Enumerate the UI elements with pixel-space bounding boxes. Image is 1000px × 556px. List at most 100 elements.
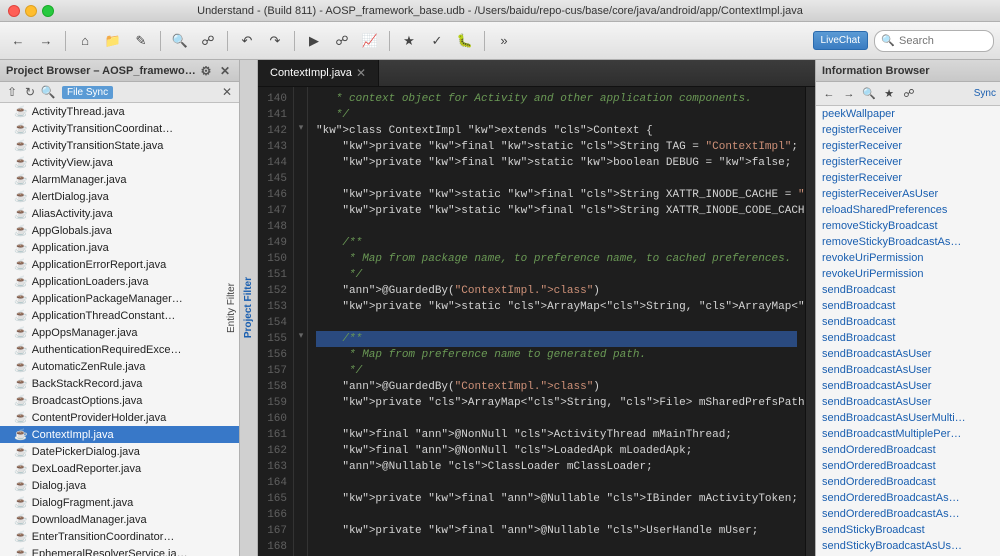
- info-filter-btn[interactable]: ☍: [900, 85, 918, 103]
- toolbar-bookmark-button[interactable]: ★: [397, 29, 421, 53]
- file-name: EnterTransitionCoordinator…: [32, 531, 175, 543]
- toolbar-forward-button[interactable]: →: [34, 29, 58, 53]
- file-item[interactable]: ☕ApplicationErrorReport.java: [0, 256, 239, 273]
- info-list-item[interactable]: sendBroadcastAsUser: [816, 394, 1000, 410]
- gutter-fold: ▾▾: [294, 87, 308, 556]
- info-bookmark-btn[interactable]: ★: [880, 85, 898, 103]
- search-input[interactable]: [874, 30, 994, 52]
- info-list-item[interactable]: sendStickyBroadcast: [816, 522, 1000, 538]
- info-list-item[interactable]: removeStickyBroadcast: [816, 218, 1000, 234]
- file-item[interactable]: ☕DexLoadReporter.java: [0, 460, 239, 477]
- file-item[interactable]: ☕AutomaticZenRule.java: [0, 358, 239, 375]
- info-list-item[interactable]: sendBroadcast: [816, 330, 1000, 346]
- panel-settings-icon[interactable]: ⚙: [198, 63, 214, 79]
- toolbar-more-button[interactable]: »: [492, 29, 516, 53]
- toolbar-undo-button[interactable]: ↶: [235, 29, 259, 53]
- file-item[interactable]: ☕Application.java: [0, 239, 239, 256]
- info-list-item[interactable]: registerReceiverAsUser: [816, 186, 1000, 202]
- panel-close-icon[interactable]: ✕: [217, 63, 233, 79]
- info-list-item[interactable]: reloadSharedPreferences: [816, 202, 1000, 218]
- toolbar-graph-button[interactable]: ☍: [330, 29, 354, 53]
- close-tab-icon[interactable]: ✕: [356, 66, 366, 80]
- pb-close-icon[interactable]: ✕: [219, 84, 235, 100]
- file-item[interactable]: ☕AuthenticationRequiredExce…: [0, 341, 239, 358]
- file-item[interactable]: ☕BackStackRecord.java: [0, 375, 239, 392]
- file-item[interactable]: ☕ApplicationThreadConstant…: [0, 307, 239, 324]
- toolbar-search-button[interactable]: 🔍: [168, 29, 192, 53]
- info-list-item[interactable]: sendOrderedBroadcastAs…: [816, 490, 1000, 506]
- file-item[interactable]: ☕ActivityTransitionState.java: [0, 137, 239, 154]
- info-list-item[interactable]: registerReceiver: [816, 154, 1000, 170]
- info-list-item[interactable]: sendBroadcast: [816, 314, 1000, 330]
- toolbar-play-button[interactable]: ▶: [302, 29, 326, 53]
- file-item[interactable]: ☕AliasActivity.java: [0, 205, 239, 222]
- file-item[interactable]: ☕ContextImpl.java: [0, 426, 239, 443]
- pb-search-icon[interactable]: 🔍: [40, 84, 56, 100]
- info-search-btn[interactable]: 🔍: [860, 85, 878, 103]
- info-list-item[interactable]: revokeUriPermission: [816, 266, 1000, 282]
- project-filter-tab[interactable]: Project Filter: [240, 269, 257, 346]
- info-list-item[interactable]: sendOrderedBroadcast: [816, 458, 1000, 474]
- info-list-item[interactable]: sendBroadcast: [816, 282, 1000, 298]
- info-back-btn[interactable]: ←: [820, 85, 838, 103]
- toolbar-home-button[interactable]: ⌂: [73, 29, 97, 53]
- file-item[interactable]: ☕ApplicationLoaders.java: [0, 273, 239, 290]
- file-item[interactable]: ☕Dialog.java: [0, 477, 239, 494]
- file-item[interactable]: ☕AlarmManager.java: [0, 171, 239, 188]
- file-item[interactable]: ☕ContentProviderHolder.java: [0, 409, 239, 426]
- livechat-button[interactable]: LiveChat: [813, 31, 868, 50]
- fold-indicator[interactable]: ▾: [294, 327, 308, 343]
- file-item[interactable]: ☕AppGlobals.java: [0, 222, 239, 239]
- info-list-item[interactable]: peekWallpaper: [816, 106, 1000, 122]
- file-sync-button[interactable]: File Sync: [62, 86, 113, 99]
- toolbar-check-button[interactable]: ✓: [425, 29, 449, 53]
- info-list-item[interactable]: sendBroadcastAsUser: [816, 378, 1000, 394]
- info-list-item[interactable]: sendBroadcastMultiplePer…: [816, 426, 1000, 442]
- info-list-item[interactable]: sendOrderedBroadcastAs…: [816, 506, 1000, 522]
- file-item[interactable]: ☕DatePickerDialog.java: [0, 443, 239, 460]
- info-forward-btn[interactable]: →: [840, 85, 858, 103]
- file-item[interactable]: ☕EphemeralResolverService.ja…: [0, 545, 239, 556]
- info-list-item[interactable]: sendStickyBroadcastAsUs…: [816, 538, 1000, 554]
- file-item[interactable]: ☕DownloadManager.java: [0, 511, 239, 528]
- file-name: AuthenticationRequiredExce…: [32, 344, 182, 356]
- info-list-item[interactable]: revokeUriPermission: [816, 250, 1000, 266]
- info-list-item[interactable]: sendBroadcastAsUser: [816, 362, 1000, 378]
- toolbar-filter-button[interactable]: ☍: [196, 29, 220, 53]
- minimize-window-button[interactable]: [25, 5, 37, 17]
- toolbar-back-button[interactable]: ←: [6, 29, 30, 53]
- file-item[interactable]: ☕EnterTransitionCoordinator…: [0, 528, 239, 545]
- file-item[interactable]: ☕ActivityView.java: [0, 154, 239, 171]
- pb-nav-up-icon[interactable]: ⇧: [4, 84, 20, 100]
- info-list-item[interactable]: sendBroadcastAsUserMulti…: [816, 410, 1000, 426]
- pb-refresh-icon[interactable]: ↻: [22, 84, 38, 100]
- entity-filter-tab[interactable]: Entity Filter: [223, 275, 240, 341]
- file-item[interactable]: ☕DialogFragment.java: [0, 494, 239, 511]
- file-item[interactable]: ☕ApplicationPackageManager…: [0, 290, 239, 307]
- code-area[interactable]: * context object for Activity and other …: [308, 87, 805, 556]
- info-list-item[interactable]: removeStickyBroadcastAs…: [816, 234, 1000, 250]
- info-sync-button[interactable]: Sync: [974, 88, 996, 99]
- file-item[interactable]: ☕AlertDialog.java: [0, 188, 239, 205]
- info-list-item[interactable]: sendOrderedBroadcast: [816, 442, 1000, 458]
- info-list-item[interactable]: registerReceiver: [816, 138, 1000, 154]
- file-item[interactable]: ☕AppOpsManager.java: [0, 324, 239, 341]
- toolbar-folder-button[interactable]: 📁: [101, 29, 125, 53]
- file-item[interactable]: ☕ActivityTransitionCoordinat…: [0, 120, 239, 137]
- vertical-scrollbar[interactable]: [805, 87, 815, 556]
- info-list-item[interactable]: registerReceiver: [816, 170, 1000, 186]
- file-item[interactable]: ☕BroadcastOptions.java: [0, 392, 239, 409]
- info-list-item[interactable]: registerReceiver: [816, 122, 1000, 138]
- toolbar-bug-button[interactable]: 🐛: [453, 29, 477, 53]
- info-list-item[interactable]: sendBroadcast: [816, 298, 1000, 314]
- editor-tab-contextimpl[interactable]: ContextImpl.java ✕: [258, 60, 379, 86]
- close-window-button[interactable]: [8, 5, 20, 17]
- toolbar-redo-button[interactable]: ↷: [263, 29, 287, 53]
- info-list-item[interactable]: sendOrderedBroadcast: [816, 474, 1000, 490]
- info-list-item[interactable]: sendBroadcastAsUser: [816, 346, 1000, 362]
- file-item[interactable]: ☕ActivityThread.java: [0, 103, 239, 120]
- fold-indicator[interactable]: ▾: [294, 119, 308, 135]
- toolbar-edit-button[interactable]: ✎: [129, 29, 153, 53]
- toolbar-metric-button[interactable]: 📈: [358, 29, 382, 53]
- maximize-window-button[interactable]: [42, 5, 54, 17]
